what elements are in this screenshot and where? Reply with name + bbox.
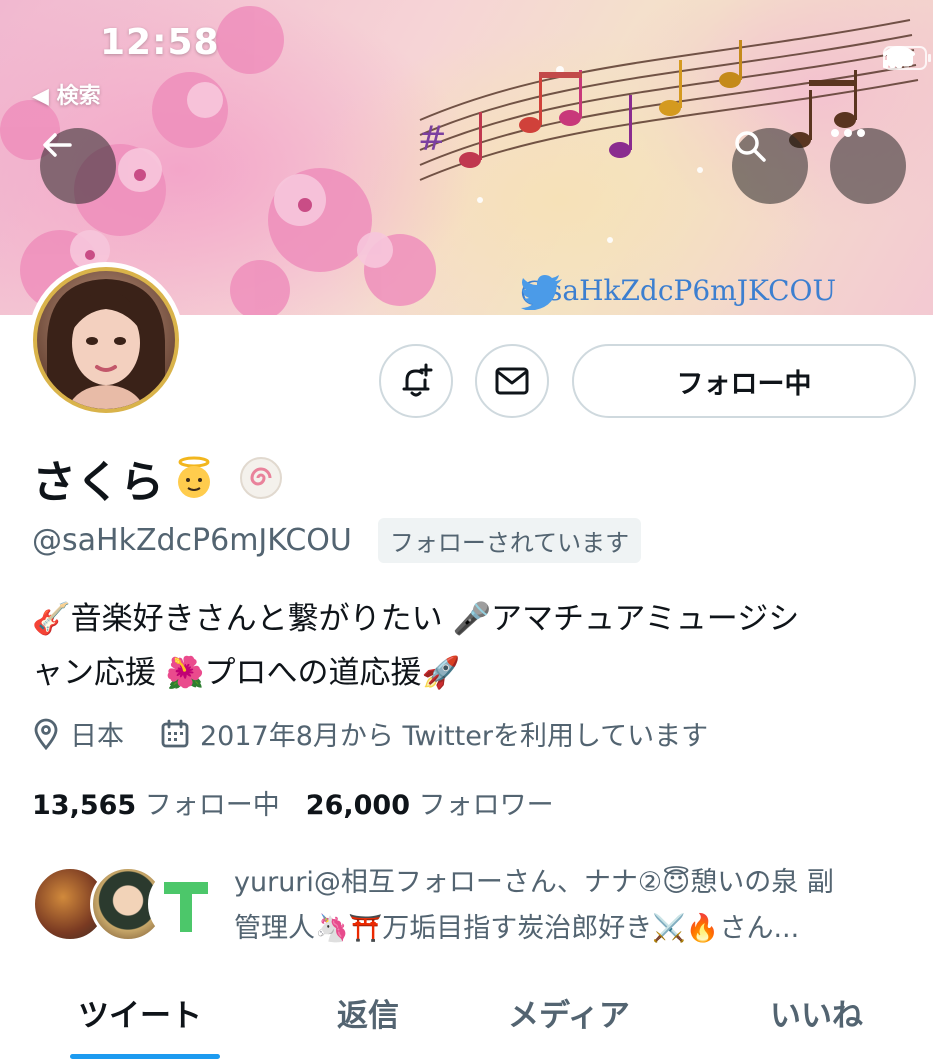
back-arrow-icon bbox=[43, 133, 72, 157]
profile-meta: 日本 2017年8月から Twitterを利用しています bbox=[32, 714, 708, 753]
notify-bell-icon bbox=[402, 363, 433, 397]
following-link[interactable]: 13,565 フォロー中 bbox=[32, 783, 280, 822]
profile-name: さくら bbox=[32, 457, 164, 508]
battery-icon bbox=[883, 46, 931, 70]
followed-by-section[interactable]: yururi@相互フォローさん、ナナ②😇憩いの泉 副 管理人🦄⛩️万垢目指す炭治… bbox=[32, 860, 912, 950]
watermark-handle: @saHkZdcP6mJKCOU bbox=[520, 274, 837, 307]
location-icon bbox=[34, 718, 58, 750]
calendar-icon bbox=[161, 719, 189, 747]
back-to-search-link[interactable]: ◀ 検索 bbox=[32, 78, 101, 110]
search-button[interactable] bbox=[732, 128, 808, 204]
followers-link[interactable]: 26,000 フォロワー bbox=[306, 783, 554, 822]
avatar-image bbox=[33, 267, 179, 413]
profile-tabs: ツイート 返信 メディア いいね bbox=[0, 990, 933, 1059]
handle-row: @saHkZdcP6mJKCOU フォローされています bbox=[32, 518, 642, 563]
follow-counts: 13,565 フォロー中 26,000 フォロワー bbox=[32, 783, 554, 822]
profile-bio: 🎸音楽好きさんと繋がりたい 🎤アマチュアミュージシ ャン応援 🌺プロへの道応援🚀 bbox=[32, 592, 912, 700]
tab-likes[interactable]: いいね bbox=[770, 990, 863, 1035]
notify-button[interactable] bbox=[379, 344, 453, 418]
tab-tweets[interactable]: ツイート bbox=[78, 990, 202, 1035]
followed-by-line-1: yururi@相互フォローさん、ナナ②😇憩いの泉 副 bbox=[234, 867, 834, 898]
tab-replies[interactable]: 返信 bbox=[337, 990, 399, 1035]
follows-you-badge: フォローされています bbox=[377, 518, 642, 563]
joined-item: 2017年8月から Twitterを利用しています bbox=[160, 714, 708, 753]
following-label: フォロー中 bbox=[144, 790, 280, 821]
followers-label: フォロワー bbox=[418, 790, 554, 821]
more-icon bbox=[831, 129, 865, 137]
bio-line-1: 🎸音楽好きさんと繋がりたい 🎤アマチュアミュージシ bbox=[32, 601, 800, 637]
follower-avatar-3 bbox=[148, 866, 224, 942]
joined-text: 2017年8月から Twitterを利用しています bbox=[200, 721, 709, 752]
fishcake-emoji-icon bbox=[240, 457, 282, 499]
active-tab-indicator bbox=[70, 1054, 220, 1059]
following-button[interactable]: フォロー中 bbox=[572, 344, 916, 418]
followed-by-text: yururi@相互フォローさん、ナナ②😇憩いの泉 副 管理人🦄⛩️万垢目指す炭治… bbox=[234, 860, 924, 952]
profile-name-row: さくら bbox=[32, 446, 284, 510]
bio-line-2: ャン応援 🌺プロへの道応援🚀 bbox=[32, 655, 461, 691]
letter-t-icon bbox=[164, 882, 208, 932]
more-button[interactable] bbox=[830, 128, 906, 204]
twitter-bird-icon bbox=[521, 275, 562, 310]
tab-media[interactable]: メディア bbox=[508, 990, 630, 1035]
message-button[interactable] bbox=[475, 344, 549, 418]
profile-handle: @saHkZdcP6mJKCOU bbox=[32, 523, 352, 558]
svg-text:#: # bbox=[418, 119, 447, 159]
following-count: 13,565 bbox=[32, 790, 137, 821]
back-button[interactable] bbox=[40, 128, 116, 204]
followers-count: 26,000 bbox=[305, 790, 410, 821]
mail-icon bbox=[495, 367, 529, 395]
angel-emoji-icon bbox=[178, 456, 210, 498]
search-icon bbox=[735, 131, 766, 162]
status-time: 12:58 bbox=[100, 22, 220, 63]
banner-watermark: @saHkZdcP6mJKCOU bbox=[520, 274, 837, 310]
location-text: 日本 bbox=[70, 721, 124, 752]
followed-by-line-2: 管理人🦄⛩️万垢目指す炭治郎好き⚔️🔥さん... bbox=[234, 913, 800, 944]
profile-avatar[interactable] bbox=[28, 262, 184, 418]
profile-banner: # 12:58 ◀ 検索 @saHkZdcP6mJKCOU bbox=[0, 0, 933, 315]
location-item: 日本 bbox=[32, 714, 124, 753]
